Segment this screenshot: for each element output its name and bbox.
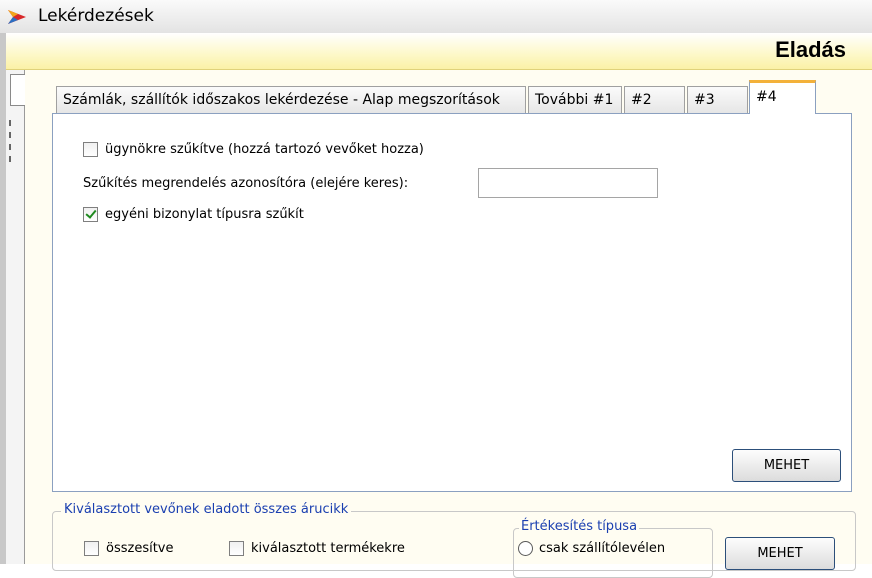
order-id-input[interactable]: [478, 168, 658, 198]
agent-filter-label: ügynökre szűkítve (hozzá tartozó vevőket…: [105, 142, 424, 157]
tab-2[interactable]: #2: [624, 86, 685, 113]
left-tab-stub[interactable]: [10, 74, 25, 106]
splitter-tick: [9, 132, 11, 138]
tab-strip: Számlák, szállítók időszakos lekérdezése…: [56, 80, 856, 114]
doc-type-row[interactable]: egyéni bizonylat típusra szűkít: [83, 207, 304, 222]
selected-products-checkbox[interactable]: [229, 541, 244, 556]
delivery-note-only-label: csak szállítólevélen: [539, 541, 666, 556]
delivery-note-only-row[interactable]: csak szállítólevélen: [518, 541, 665, 556]
customer-products-group: Kiválasztott vevőnek eladott összes áruc…: [52, 502, 856, 578]
sales-type-group: Értékesítés típusa csak szállítólevélen: [513, 519, 713, 578]
app-logo-icon: [8, 10, 26, 24]
title-bar: Lekérdezések: [0, 0, 872, 34]
splitter-tick: [9, 120, 11, 126]
summary-row[interactable]: összesítve: [84, 541, 174, 556]
splitter-tick: [9, 156, 11, 162]
order-id-row: Szűkítés megrendelés azonosítóra (elejér…: [83, 176, 408, 191]
doc-type-checkbox[interactable]: [83, 207, 98, 222]
tab-3[interactable]: #3: [687, 86, 748, 113]
delivery-note-only-radio[interactable]: [518, 541, 533, 556]
agent-filter-row[interactable]: ügynökre szűkítve (hozzá tartozó vevőket…: [83, 142, 424, 157]
tab-further-1[interactable]: További #1: [528, 86, 622, 113]
agent-filter-checkbox[interactable]: [83, 142, 98, 157]
tab-basic-filters[interactable]: Számlák, szállítók időszakos lekérdezése…: [56, 86, 526, 113]
selected-products-row[interactable]: kiválasztott termékekre: [229, 541, 405, 556]
tab-panel-4: ügynökre szűkítve (hozzá tartozó vevőket…: [52, 113, 852, 492]
order-id-label: Szűkítés megrendelés azonosítóra (elejér…: [83, 176, 409, 191]
splitter-tick: [9, 144, 11, 150]
window-title: Lekérdezések: [38, 6, 154, 26]
go-button[interactable]: MEHET: [732, 449, 841, 482]
sales-type-group-title: Értékesítés típusa: [519, 519, 640, 534]
summary-checkbox[interactable]: [84, 541, 99, 556]
header-band: Eladás: [6, 33, 872, 70]
doc-type-label: egyéni bizonylat típusra szűkít: [105, 207, 304, 222]
page-title: Eladás: [775, 37, 846, 62]
left-splitter[interactable]: [6, 70, 25, 564]
summary-label: összesítve: [106, 541, 174, 556]
customer-products-group-title: Kiválasztott vevőnek eladott összes áruc…: [61, 502, 352, 517]
selected-products-label: kiválasztott termékekre: [251, 541, 405, 556]
tab-4[interactable]: #4: [749, 80, 816, 114]
group-go-button[interactable]: MEHET: [725, 537, 835, 570]
